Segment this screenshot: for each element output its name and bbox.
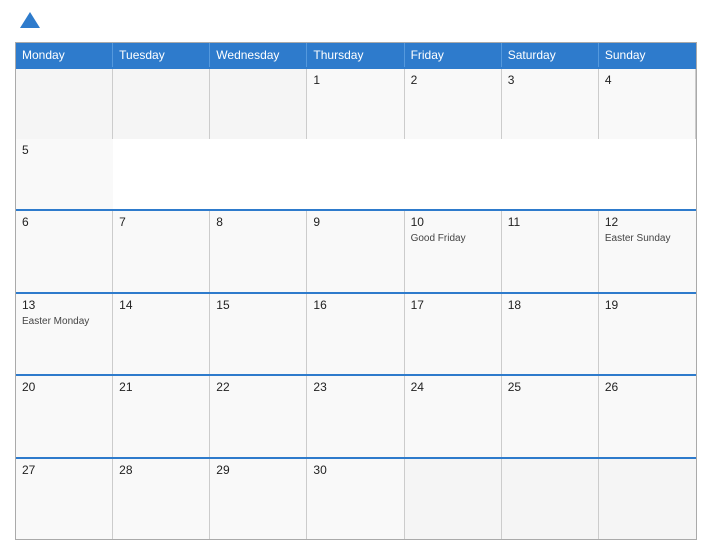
day-event: Easter Monday	[22, 316, 106, 327]
calendar-cell: 22	[210, 376, 307, 457]
day-number: 18	[508, 298, 592, 312]
calendar-cell: 6	[16, 211, 113, 292]
calendar-body: 12345678910Good Friday1112Easter Sunday1…	[16, 67, 696, 539]
weekday-header: Wednesday	[210, 43, 307, 67]
calendar-cell: 25	[502, 376, 599, 457]
calendar-cell	[502, 459, 599, 540]
calendar-grid: MondayTuesdayWednesdayThursdayFridaySatu…	[15, 42, 697, 540]
day-number: 9	[313, 215, 397, 229]
weekday-header: Sunday	[599, 43, 696, 67]
day-number: 26	[605, 380, 690, 394]
day-number: 30	[313, 463, 397, 477]
calendar-cell: 16	[307, 294, 404, 375]
day-number: 24	[411, 380, 495, 394]
calendar-cell	[599, 459, 696, 540]
day-number: 14	[119, 298, 203, 312]
day-number: 23	[313, 380, 397, 394]
weekday-header: Tuesday	[113, 43, 210, 67]
calendar-cell: 30	[307, 459, 404, 540]
calendar-cell: 21	[113, 376, 210, 457]
calendar-cell: 19	[599, 294, 696, 375]
day-number: 6	[22, 215, 106, 229]
calendar-cell: 29	[210, 459, 307, 540]
calendar-cell: 7	[113, 211, 210, 292]
calendar-cell: 2	[405, 69, 502, 139]
calendar-cell	[113, 69, 210, 139]
logo	[15, 10, 42, 34]
calendar-cell: 1	[307, 69, 404, 139]
calendar-cell: 18	[502, 294, 599, 375]
day-event: Easter Sunday	[605, 233, 690, 244]
day-number: 8	[216, 215, 300, 229]
calendar-week: 20 21 22 23 24 25 26	[16, 374, 696, 457]
calendar-cell: 15	[210, 294, 307, 375]
calendar-header-row: MondayTuesdayWednesdayThursdayFridaySatu…	[16, 43, 696, 67]
calendar-cell	[405, 459, 502, 540]
calendar-cell: 8	[210, 211, 307, 292]
day-number: 19	[605, 298, 690, 312]
day-number: 17	[411, 298, 495, 312]
calendar-cell: 24	[405, 376, 502, 457]
day-number: 1	[313, 73, 397, 87]
day-number: 2	[411, 73, 495, 87]
day-number: 29	[216, 463, 300, 477]
weekday-header: Thursday	[307, 43, 404, 67]
calendar-week: 1234 5	[16, 67, 696, 209]
calendar-cell: 12 Easter Sunday	[599, 211, 696, 292]
day-number: 20	[22, 380, 106, 394]
calendar-cell	[16, 69, 113, 139]
page-header	[15, 10, 697, 34]
day-number: 16	[313, 298, 397, 312]
calendar-cell: 28	[113, 459, 210, 540]
logo-icon	[18, 10, 42, 34]
calendar-week: 6789 10 Good Friday 11 12 Easter Sunday	[16, 209, 696, 292]
calendar-cell: 26	[599, 376, 696, 457]
calendar-cell: 10 Good Friday	[405, 211, 502, 292]
day-number: 10	[411, 215, 495, 229]
day-event: Good Friday	[411, 233, 495, 244]
day-number: 15	[216, 298, 300, 312]
day-number: 13	[22, 298, 106, 312]
calendar-cell	[210, 69, 307, 139]
calendar-cell: 13 Easter Monday	[16, 294, 113, 375]
calendar-cell: 4	[599, 69, 696, 139]
calendar-week: 27 28 29 30	[16, 457, 696, 540]
weekday-header: Monday	[16, 43, 113, 67]
calendar-week: 13 Easter Monday 14 15 16 17 18 19	[16, 292, 696, 375]
weekday-header: Saturday	[502, 43, 599, 67]
day-number: 4	[605, 73, 689, 87]
calendar-cell: 17	[405, 294, 502, 375]
day-number: 5	[22, 143, 107, 157]
day-number: 28	[119, 463, 203, 477]
calendar-cell: 5	[16, 139, 113, 209]
calendar-cell: 9	[307, 211, 404, 292]
day-number: 27	[22, 463, 106, 477]
day-number: 11	[508, 215, 592, 229]
day-number: 21	[119, 380, 203, 394]
calendar-cell: 3	[502, 69, 599, 139]
calendar-cell: 20	[16, 376, 113, 457]
calendar-cell: 14	[113, 294, 210, 375]
calendar-cell: 11	[502, 211, 599, 292]
calendar-cell: 23	[307, 376, 404, 457]
day-number: 3	[508, 73, 592, 87]
calendar-page: MondayTuesdayWednesdayThursdayFridaySatu…	[0, 0, 712, 550]
day-number: 12	[605, 215, 690, 229]
day-number: 22	[216, 380, 300, 394]
day-number: 7	[119, 215, 203, 229]
day-number: 25	[508, 380, 592, 394]
calendar-cell: 27	[16, 459, 113, 540]
weekday-header: Friday	[405, 43, 502, 67]
